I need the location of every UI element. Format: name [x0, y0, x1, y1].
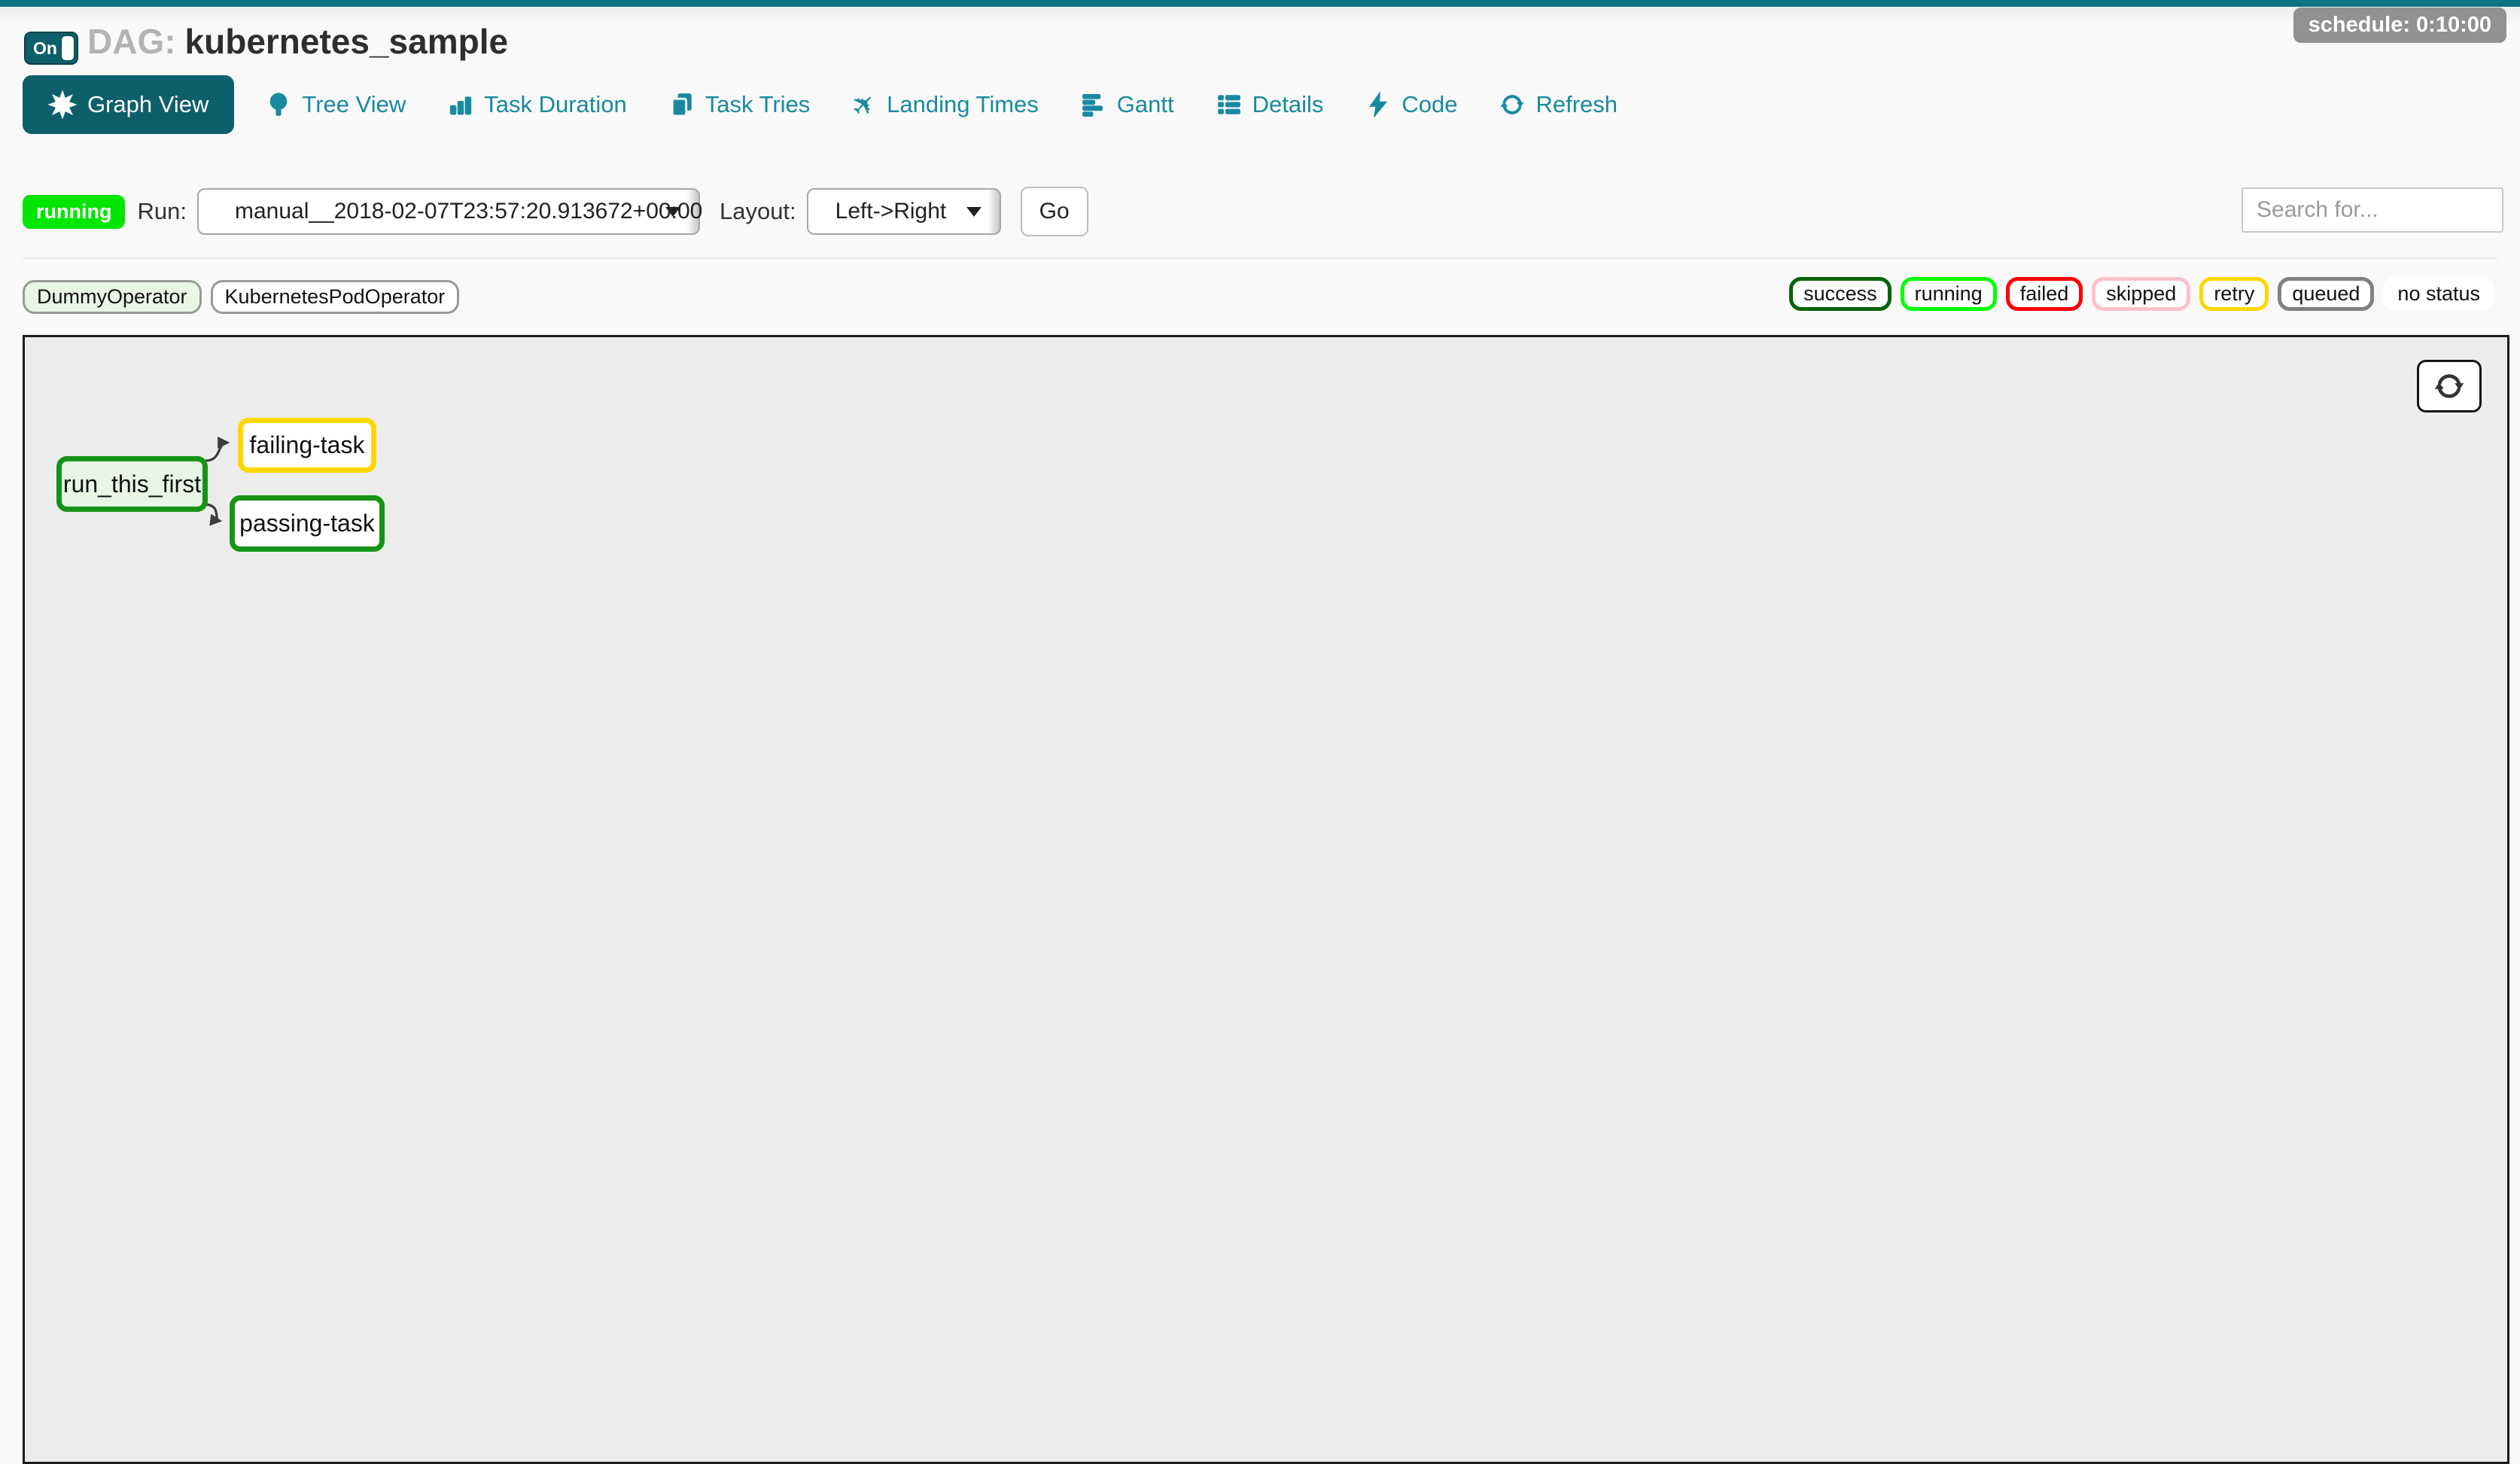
tab-label: Task Duration — [484, 91, 627, 118]
tab-tree-view[interactable]: Tree View — [245, 75, 427, 134]
copy-icon — [669, 92, 695, 117]
chevron-down-icon — [665, 207, 680, 217]
task-node-passing-task[interactable]: passing-task — [230, 495, 385, 552]
view-tabs: Graph View Tree View Task Duration Task … — [23, 75, 1639, 134]
status-legend: success running failed skipped retry que… — [1789, 277, 2494, 311]
tab-label: Task Tries — [705, 91, 811, 118]
tab-graph-view[interactable]: Graph View — [23, 75, 234, 134]
divider — [23, 257, 2497, 259]
status-badge-no-status: no status — [2383, 277, 2494, 311]
operator-legend-dummyoperator: DummyOperator — [23, 280, 202, 314]
bolt-icon — [1365, 92, 1391, 117]
edge-run-to-failing — [205, 443, 227, 461]
tab-label: Landing Times — [887, 91, 1039, 118]
run-select[interactable]: manual__2018-02-07T23:57:20.913672+00:00 — [197, 188, 700, 235]
tab-task-tries[interactable]: Task Tries — [648, 75, 832, 134]
tab-label: Details — [1252, 91, 1324, 118]
tab-code[interactable]: Code — [1344, 75, 1478, 134]
select-edge-shade — [988, 190, 1000, 233]
starburst-icon — [48, 90, 77, 119]
operator-legend-kubernetespodoperator: KubernetesPodOperator — [211, 280, 460, 314]
tab-task-duration[interactable]: Task Duration — [427, 75, 648, 134]
tab-refresh[interactable]: Refresh — [1478, 75, 1639, 134]
toggle-knob[interactable] — [61, 35, 75, 61]
graph-refresh-button[interactable] — [2417, 360, 2482, 412]
tab-label: Refresh — [1535, 91, 1618, 118]
refresh-icon — [2433, 370, 2465, 402]
schedule-badge: schedule: 0:10:00 — [2293, 8, 2506, 43]
run-state-badge: running — [23, 195, 125, 229]
tab-label: Graph View — [87, 91, 208, 118]
dag-edges — [25, 337, 2507, 1462]
task-node-run_this_first[interactable]: run_this_first — [56, 456, 208, 512]
go-button[interactable]: Go — [1021, 187, 1088, 236]
search-input[interactable] — [2242, 187, 2503, 233]
layout-select-value: Left->Right — [835, 199, 947, 224]
layout-select[interactable]: Left->Right — [807, 188, 1001, 235]
toggle-on-label: On — [33, 38, 57, 59]
tab-label: Code — [1402, 91, 1457, 118]
run-select-value: manual__2018-02-07T23:57:20.913672+00:00 — [235, 199, 702, 224]
run-label: Run: — [137, 198, 186, 225]
chevron-down-icon — [966, 207, 982, 217]
page-title-prefix: DAG: — [87, 22, 176, 61]
operator-legend: DummyOperator KubernetesPodOperator — [23, 280, 459, 314]
status-badge-success: success — [1789, 277, 1892, 311]
status-badge-running: running — [1901, 277, 1997, 311]
dag-name: kubernetes_sample — [185, 22, 509, 61]
select-edge-shade — [686, 190, 698, 233]
task-node-failing-task[interactable]: failing-task — [238, 418, 376, 473]
tab-label: Tree View — [302, 91, 406, 118]
dag-on-toggle[interactable]: On — [24, 32, 78, 65]
status-badge-skipped: skipped — [2092, 277, 2190, 311]
tab-label: Gantt — [1117, 91, 1174, 118]
run-toolbar: running Run: manual__2018-02-07T23:57:20… — [23, 187, 1088, 236]
gantt-bars-icon — [1081, 92, 1106, 117]
status-badge-queued: queued — [2278, 277, 2374, 311]
tab-details[interactable]: Details — [1195, 75, 1345, 134]
page-title: DAG:kubernetes_sample — [87, 21, 508, 62]
dag-graph-canvas[interactable]: run_this_first failing-task passing-task — [23, 335, 2509, 1464]
tree-icon — [266, 92, 291, 117]
refresh-icon — [1499, 92, 1525, 117]
tab-landing-times[interactable]: ✈ Landing Times — [831, 75, 1059, 134]
tab-gantt[interactable]: Gantt — [1060, 75, 1195, 134]
edge-run-to-passing — [205, 504, 220, 521]
status-badge-retry: retry — [2199, 277, 2269, 311]
plane-icon: ✈ — [844, 84, 884, 125]
top-accent-bar — [0, 0, 2520, 7]
status-badge-failed: failed — [2006, 277, 2083, 311]
bar-chart-icon — [448, 92, 473, 117]
layout-label: Layout: — [720, 198, 796, 225]
list-icon — [1216, 92, 1242, 117]
